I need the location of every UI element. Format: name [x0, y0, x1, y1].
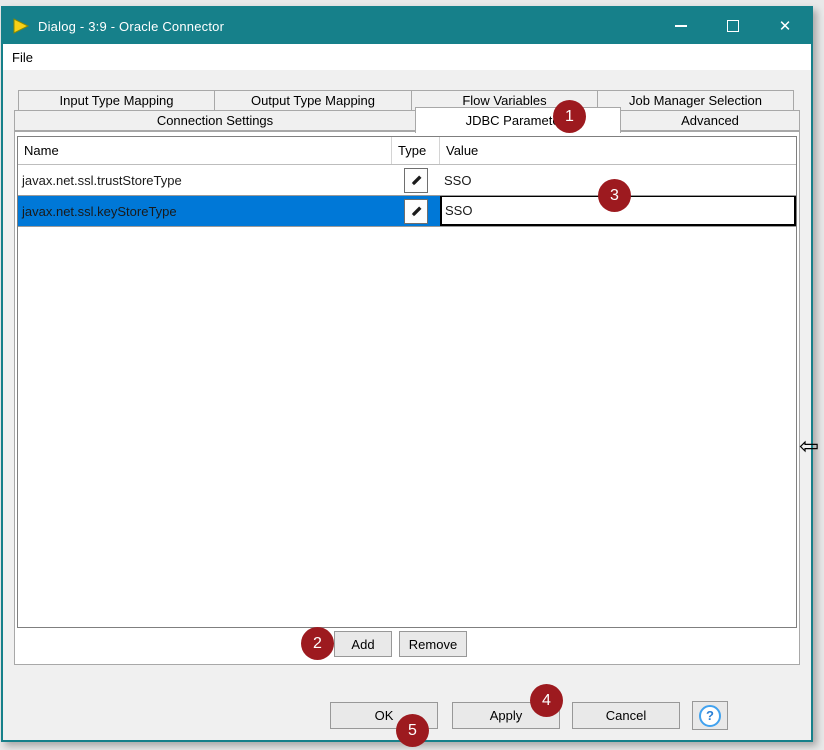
tab-jdbc-parameters[interactable]: JDBC Parameters — [415, 107, 621, 133]
column-header-name[interactable]: Name — [18, 137, 392, 164]
cursor-arrow-icon: ⇦ — [799, 434, 819, 458]
table-row-selected: javax.net.ssl.keyStoreType SSO — [18, 196, 796, 227]
tab-advanced[interactable]: Advanced — [620, 110, 800, 131]
tab-connection-settings[interactable]: Connection Settings — [14, 110, 416, 131]
help-button[interactable]: ? — [692, 701, 728, 730]
annotation-badge-4: 4 — [530, 684, 563, 717]
param-name-cell[interactable]: javax.net.ssl.keyStoreType — [18, 196, 392, 226]
tab-job-manager-selection[interactable]: Job Manager Selection — [597, 90, 794, 111]
parameters-table: Name Type Value javax.net.ssl.trustStore… — [17, 136, 797, 628]
close-icon: ✕ — [779, 19, 792, 34]
tab-output-type-mapping[interactable]: Output Type Mapping — [214, 90, 412, 111]
jdbc-parameters-panel: Name Type Value javax.net.ssl.trustStore… — [14, 131, 800, 665]
edit-pencil-icon[interactable] — [404, 199, 428, 224]
add-button[interactable]: Add — [334, 631, 392, 657]
menu-bar: File — [3, 44, 811, 70]
knime-triangle-icon — [12, 18, 30, 34]
remove-button[interactable]: Remove — [399, 631, 467, 657]
param-type-cell[interactable] — [392, 165, 440, 195]
annotation-badge-1: 1 — [553, 100, 586, 133]
annotation-badge-2: 2 — [301, 627, 334, 660]
help-icon: ? — [699, 705, 721, 727]
minimize-icon — [675, 25, 687, 27]
menu-file[interactable]: File — [3, 46, 42, 69]
cancel-button[interactable]: Cancel — [572, 702, 680, 729]
annotation-badge-3: 3 — [598, 179, 631, 212]
tab-input-type-mapping[interactable]: Input Type Mapping — [18, 90, 215, 111]
param-name-cell[interactable]: javax.net.ssl.trustStoreType — [18, 165, 392, 195]
column-header-type[interactable]: Type — [392, 137, 440, 164]
edit-pencil-icon[interactable] — [404, 168, 428, 193]
close-button[interactable]: ✕ — [759, 8, 811, 44]
window-title: Dialog - 3:9 - Oracle Connector — [38, 19, 224, 34]
maximize-button[interactable] — [707, 8, 759, 44]
column-header-value[interactable]: Value — [440, 137, 796, 164]
title-bar: Dialog - 3:9 - Oracle Connector ✕ — [3, 8, 811, 44]
table-header: Name Type Value — [18, 137, 796, 165]
annotation-badge-5: 5 — [396, 714, 429, 747]
minimize-button[interactable] — [655, 8, 707, 44]
maximize-icon — [727, 20, 739, 32]
param-type-cell[interactable] — [392, 196, 440, 226]
table-row: javax.net.ssl.trustStoreType SSO — [18, 165, 796, 196]
dialog-window: Dialog - 3:9 - Oracle Connector ✕ File I… — [1, 6, 813, 742]
